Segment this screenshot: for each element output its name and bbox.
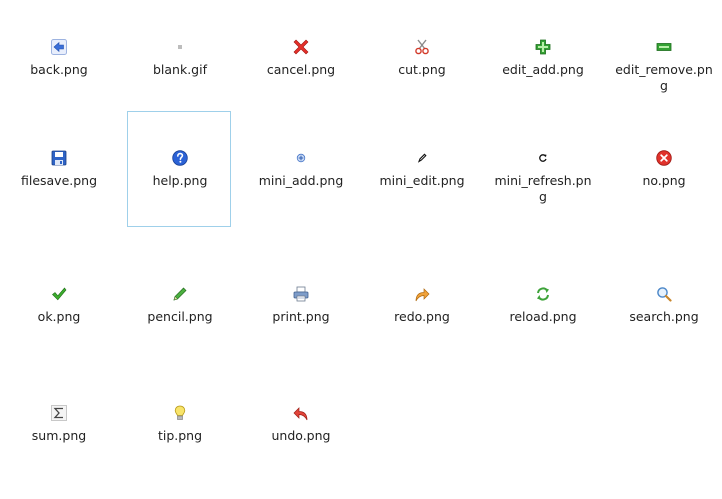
file-name: blank.gif xyxy=(152,62,207,77)
file-name: tip.png xyxy=(157,428,203,443)
file-item-cancel[interactable]: cancel.png xyxy=(248,0,352,116)
file-item-print[interactable]: print.png xyxy=(248,247,352,363)
add-plus-icon xyxy=(535,39,551,55)
scissors-icon xyxy=(414,39,430,55)
file-name: help.png xyxy=(152,173,208,188)
file-item-reload[interactable]: reload.png xyxy=(490,247,594,363)
file-name: sum.png xyxy=(31,428,87,443)
file-name: mini_edit.png xyxy=(379,173,465,188)
file-item-back[interactable]: back.png xyxy=(6,0,110,116)
file-item-mini-refresh[interactable]: mini_refresh.pn g xyxy=(490,111,594,227)
file-name: mini_add.png xyxy=(258,173,344,188)
file-name: edit_remove.pn g xyxy=(615,62,713,93)
file-item-no[interactable]: no.png xyxy=(611,111,715,227)
file-name: pencil.png xyxy=(147,309,213,324)
mini-refresh-icon xyxy=(538,153,548,163)
file-item-mini-add[interactable]: mini_add.png xyxy=(248,111,352,227)
file-item-search[interactable]: search.png xyxy=(611,247,715,363)
blank-icon xyxy=(178,45,182,49)
mini-edit-icon xyxy=(417,153,427,163)
file-name: edit_add.png xyxy=(502,62,584,77)
magnifier-icon xyxy=(656,286,672,302)
cancel-x-icon xyxy=(293,39,309,55)
file-name: undo.png xyxy=(271,428,331,443)
checkmark-icon xyxy=(51,286,67,302)
undo-arrow-icon xyxy=(293,405,309,421)
reload-arrows-icon xyxy=(535,286,551,302)
file-name: print.png xyxy=(272,309,330,324)
redo-arrow-icon xyxy=(414,286,430,302)
no-stop-icon xyxy=(656,150,672,166)
mini-add-icon xyxy=(296,153,306,163)
file-name: search.png xyxy=(629,309,699,324)
file-name: cancel.png xyxy=(266,62,336,77)
file-item-ok[interactable]: ok.png xyxy=(6,247,110,363)
remove-minus-icon xyxy=(656,39,672,55)
file-item-pencil[interactable]: pencil.png xyxy=(127,247,231,363)
back-arrow-icon xyxy=(51,39,67,55)
file-item-sum[interactable]: sum.png xyxy=(6,366,110,482)
file-item-tip[interactable]: tip.png xyxy=(127,366,231,482)
file-item-blank[interactable]: blank.gif xyxy=(127,0,231,116)
file-name: cut.png xyxy=(398,62,446,77)
file-name: filesave.png xyxy=(20,173,98,188)
file-name: reload.png xyxy=(509,309,577,324)
file-icon-grid: back.png blank.gif cancel.png cut.png ed… xyxy=(0,0,722,499)
sigma-sum-icon xyxy=(51,405,67,421)
pencil-icon xyxy=(172,286,188,302)
file-name: mini_refresh.pn g xyxy=(494,173,592,204)
floppy-save-icon xyxy=(51,150,67,166)
file-name: ok.png xyxy=(37,309,81,324)
file-name: back.png xyxy=(30,62,88,77)
file-item-cut[interactable]: cut.png xyxy=(369,0,473,116)
file-item-mini-edit[interactable]: mini_edit.png xyxy=(369,111,473,227)
file-item-edit-remove[interactable]: edit_remove.pn g xyxy=(611,0,715,116)
lightbulb-tip-icon xyxy=(172,405,188,421)
file-item-edit-add[interactable]: edit_add.png xyxy=(490,0,594,116)
printer-icon xyxy=(293,286,309,302)
file-item-filesave[interactable]: filesave.png xyxy=(6,111,110,227)
file-item-redo[interactable]: redo.png xyxy=(369,247,473,363)
file-item-help[interactable]: help.png xyxy=(127,111,231,227)
file-name: no.png xyxy=(642,173,686,188)
help-question-icon xyxy=(172,150,188,166)
file-name: redo.png xyxy=(394,309,450,324)
file-item-undo[interactable]: undo.png xyxy=(248,366,352,482)
